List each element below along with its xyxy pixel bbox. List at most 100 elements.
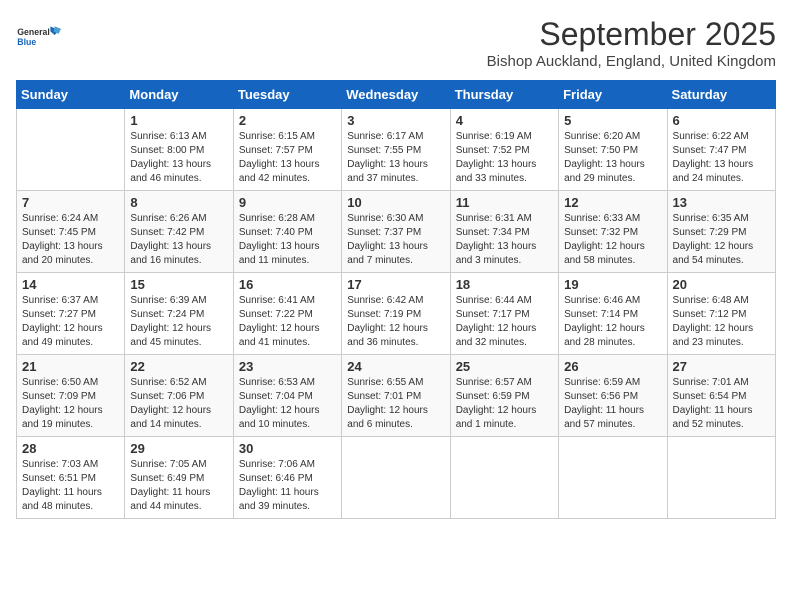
day-number: 7: [22, 195, 119, 210]
day-number: 11: [456, 195, 553, 210]
day-number: 23: [239, 359, 336, 374]
calendar-cell: 17 Sunrise: 6:42 AM Sunset: 7:19 PM Dayl…: [342, 273, 450, 355]
day-number: 1: [130, 113, 227, 128]
title-block: September 2025 Bishop Auckland, England,…: [487, 16, 776, 70]
calendar-cell: 25 Sunrise: 6:57 AM Sunset: 6:59 PM Dayl…: [450, 355, 558, 437]
logo: General Blue: [16, 16, 66, 61]
day-number: 26: [564, 359, 661, 374]
calendar-week-row: 1 Sunrise: 6:13 AM Sunset: 8:00 PM Dayli…: [17, 109, 776, 191]
day-number: 18: [456, 277, 553, 292]
calendar-cell: [17, 109, 125, 191]
day-info: Sunrise: 6:53 AM Sunset: 7:04 PM Dayligh…: [239, 376, 336, 432]
day-number: 17: [347, 277, 444, 292]
day-info: Sunrise: 6:46 AM Sunset: 7:14 PM Dayligh…: [564, 294, 661, 350]
svg-text:General: General: [17, 27, 50, 37]
day-info: Sunrise: 6:33 AM Sunset: 7:32 PM Dayligh…: [564, 212, 661, 268]
day-number: 9: [239, 195, 336, 210]
day-number: 22: [130, 359, 227, 374]
calendar-cell: 8 Sunrise: 6:26 AM Sunset: 7:42 PM Dayli…: [125, 191, 233, 273]
logo-svg: General Blue: [16, 16, 66, 61]
calendar-week-row: 7 Sunrise: 6:24 AM Sunset: 7:45 PM Dayli…: [17, 191, 776, 273]
day-info: Sunrise: 6:28 AM Sunset: 7:40 PM Dayligh…: [239, 212, 336, 268]
calendar-cell: 21 Sunrise: 6:50 AM Sunset: 7:09 PM Dayl…: [17, 355, 125, 437]
day-info: Sunrise: 6:39 AM Sunset: 7:24 PM Dayligh…: [130, 294, 227, 350]
day-number: 12: [564, 195, 661, 210]
calendar-cell: 6 Sunrise: 6:22 AM Sunset: 7:47 PM Dayli…: [667, 109, 775, 191]
calendar-header-row: SundayMondayTuesdayWednesdayThursdayFrid…: [17, 81, 776, 109]
calendar-cell: 14 Sunrise: 6:37 AM Sunset: 7:27 PM Dayl…: [17, 273, 125, 355]
day-info: Sunrise: 6:26 AM Sunset: 7:42 PM Dayligh…: [130, 212, 227, 268]
day-info: Sunrise: 6:35 AM Sunset: 7:29 PM Dayligh…: [673, 212, 770, 268]
calendar-cell: 10 Sunrise: 6:30 AM Sunset: 7:37 PM Dayl…: [342, 191, 450, 273]
calendar-cell: 4 Sunrise: 6:19 AM Sunset: 7:52 PM Dayli…: [450, 109, 558, 191]
calendar-cell: 15 Sunrise: 6:39 AM Sunset: 7:24 PM Dayl…: [125, 273, 233, 355]
month-title: September 2025: [487, 16, 776, 53]
day-info: Sunrise: 6:41 AM Sunset: 7:22 PM Dayligh…: [239, 294, 336, 350]
day-number: 2: [239, 113, 336, 128]
calendar-day-header: Tuesday: [233, 81, 341, 109]
calendar-cell: 16 Sunrise: 6:41 AM Sunset: 7:22 PM Dayl…: [233, 273, 341, 355]
calendar-week-row: 21 Sunrise: 6:50 AM Sunset: 7:09 PM Dayl…: [17, 355, 776, 437]
day-info: Sunrise: 6:50 AM Sunset: 7:09 PM Dayligh…: [22, 376, 119, 432]
day-info: Sunrise: 6:59 AM Sunset: 6:56 PM Dayligh…: [564, 376, 661, 432]
calendar-cell: 23 Sunrise: 6:53 AM Sunset: 7:04 PM Dayl…: [233, 355, 341, 437]
calendar-cell: 5 Sunrise: 6:20 AM Sunset: 7:50 PM Dayli…: [559, 109, 667, 191]
day-info: Sunrise: 7:06 AM Sunset: 6:46 PM Dayligh…: [239, 458, 336, 514]
calendar-week-row: 28 Sunrise: 7:03 AM Sunset: 6:51 PM Dayl…: [17, 437, 776, 519]
calendar-cell: 20 Sunrise: 6:48 AM Sunset: 7:12 PM Dayl…: [667, 273, 775, 355]
day-number: 6: [673, 113, 770, 128]
day-number: 27: [673, 359, 770, 374]
calendar-cell: [342, 437, 450, 519]
day-info: Sunrise: 6:13 AM Sunset: 8:00 PM Dayligh…: [130, 130, 227, 186]
day-info: Sunrise: 6:37 AM Sunset: 7:27 PM Dayligh…: [22, 294, 119, 350]
calendar-cell: 2 Sunrise: 6:15 AM Sunset: 7:57 PM Dayli…: [233, 109, 341, 191]
day-number: 14: [22, 277, 119, 292]
calendar-day-header: Thursday: [450, 81, 558, 109]
day-number: 16: [239, 277, 336, 292]
calendar-table: SundayMondayTuesdayWednesdayThursdayFrid…: [16, 80, 776, 519]
calendar-day-header: Wednesday: [342, 81, 450, 109]
day-info: Sunrise: 7:05 AM Sunset: 6:49 PM Dayligh…: [130, 458, 227, 514]
calendar-cell: 12 Sunrise: 6:33 AM Sunset: 7:32 PM Dayl…: [559, 191, 667, 273]
day-number: 30: [239, 441, 336, 456]
day-number: 5: [564, 113, 661, 128]
calendar-cell: 13 Sunrise: 6:35 AM Sunset: 7:29 PM Dayl…: [667, 191, 775, 273]
day-info: Sunrise: 6:30 AM Sunset: 7:37 PM Dayligh…: [347, 212, 444, 268]
day-info: Sunrise: 6:52 AM Sunset: 7:06 PM Dayligh…: [130, 376, 227, 432]
calendar-week-row: 14 Sunrise: 6:37 AM Sunset: 7:27 PM Dayl…: [17, 273, 776, 355]
day-number: 28: [22, 441, 119, 456]
day-number: 10: [347, 195, 444, 210]
calendar-day-header: Sunday: [17, 81, 125, 109]
calendar-cell: 30 Sunrise: 7:06 AM Sunset: 6:46 PM Dayl…: [233, 437, 341, 519]
day-info: Sunrise: 6:22 AM Sunset: 7:47 PM Dayligh…: [673, 130, 770, 186]
page-header: General Blue September 2025 Bishop Auckl…: [16, 16, 776, 70]
calendar-cell: 24 Sunrise: 6:55 AM Sunset: 7:01 PM Dayl…: [342, 355, 450, 437]
calendar-cell: 19 Sunrise: 6:46 AM Sunset: 7:14 PM Dayl…: [559, 273, 667, 355]
day-info: Sunrise: 6:31 AM Sunset: 7:34 PM Dayligh…: [456, 212, 553, 268]
day-number: 8: [130, 195, 227, 210]
day-number: 19: [564, 277, 661, 292]
day-number: 4: [456, 113, 553, 128]
day-number: 29: [130, 441, 227, 456]
day-info: Sunrise: 7:01 AM Sunset: 6:54 PM Dayligh…: [673, 376, 770, 432]
day-info: Sunrise: 7:03 AM Sunset: 6:51 PM Dayligh…: [22, 458, 119, 514]
calendar-cell: 27 Sunrise: 7:01 AM Sunset: 6:54 PM Dayl…: [667, 355, 775, 437]
day-info: Sunrise: 6:20 AM Sunset: 7:50 PM Dayligh…: [564, 130, 661, 186]
calendar-cell: 28 Sunrise: 7:03 AM Sunset: 6:51 PM Dayl…: [17, 437, 125, 519]
calendar-day-header: Saturday: [667, 81, 775, 109]
location: Bishop Auckland, England, United Kingdom: [487, 53, 776, 70]
day-info: Sunrise: 6:24 AM Sunset: 7:45 PM Dayligh…: [22, 212, 119, 268]
calendar-cell: 9 Sunrise: 6:28 AM Sunset: 7:40 PM Dayli…: [233, 191, 341, 273]
calendar-cell: [559, 437, 667, 519]
calendar-day-header: Friday: [559, 81, 667, 109]
calendar-cell: 3 Sunrise: 6:17 AM Sunset: 7:55 PM Dayli…: [342, 109, 450, 191]
svg-text:Blue: Blue: [17, 37, 36, 47]
day-info: Sunrise: 6:17 AM Sunset: 7:55 PM Dayligh…: [347, 130, 444, 186]
day-number: 21: [22, 359, 119, 374]
calendar-cell: [450, 437, 558, 519]
calendar-day-header: Monday: [125, 81, 233, 109]
day-number: 24: [347, 359, 444, 374]
day-number: 20: [673, 277, 770, 292]
calendar-cell: 18 Sunrise: 6:44 AM Sunset: 7:17 PM Dayl…: [450, 273, 558, 355]
calendar-cell: [667, 437, 775, 519]
